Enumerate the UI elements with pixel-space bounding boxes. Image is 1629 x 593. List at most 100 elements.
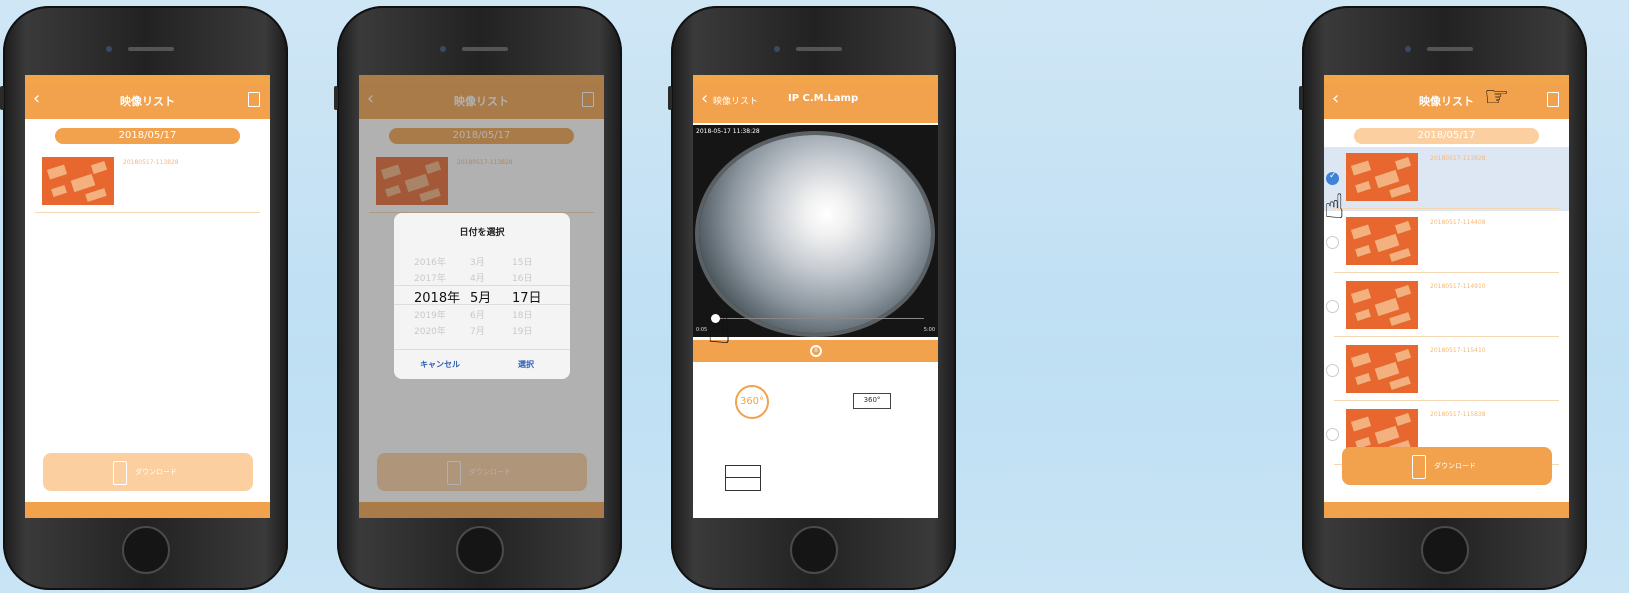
status-bar [693, 75, 938, 83]
view-360-circle-button[interactable]: 360° [735, 385, 769, 419]
video-timestamp: 2018-05-17 11:38:28 [696, 128, 760, 135]
video-filename: 20180517-114408 [1430, 219, 1486, 226]
picker-month: 7月 [470, 327, 485, 337]
download-label: ダウンロード [1434, 462, 1476, 470]
split-view-button[interactable] [725, 465, 761, 491]
list-item[interactable]: 20180517-113828 [35, 151, 260, 213]
list-item[interactable]: 20180517-114408 [1326, 211, 1559, 273]
download-label: ダウンロード [135, 468, 177, 476]
screen: ‹ 映像リスト 2018/05/17 20180517-113828 ダウンロー… [25, 75, 270, 518]
picker-row[interactable]: 2017年 4月 16日 [394, 269, 570, 285]
video-thumbnail [1346, 153, 1418, 201]
video-filename: 20180517-113828 [1430, 155, 1486, 162]
nav-bar: ‹ 映像リスト IP C.M.Lamp [693, 83, 938, 119]
picker-day: 17日 [512, 291, 542, 306]
phone-select-download: ‹ 映像リスト ☞ 2018/05/17 20180517-113828 201… [1299, 6, 1587, 590]
nav-title: IP C.M.Lamp [788, 93, 859, 104]
checkbox[interactable] [1326, 300, 1339, 313]
picker-month: 4月 [470, 274, 485, 284]
list-item[interactable]: 20180517-115410 [1326, 339, 1559, 401]
status-bar [25, 75, 270, 83]
pause-icon[interactable]: II [810, 345, 822, 357]
phone-download-icon [1412, 455, 1426, 479]
picker-month: 5月 [470, 291, 492, 306]
front-camera [439, 46, 520, 52]
list-item[interactable]: 20180517-113828 [1326, 147, 1559, 209]
checkbox[interactable] [1326, 236, 1339, 249]
side-button [1299, 86, 1303, 110]
picker-buttons: キャンセル 選択 [394, 349, 570, 379]
pointing-hand-icon: ☝ [707, 307, 732, 353]
screen: ‹ 映像リスト IP C.M.Lamp 2018-05-17 11:38:28 … [693, 75, 938, 518]
time-start: 0:05 [696, 327, 708, 333]
select-button[interactable]: 選択 [518, 359, 534, 370]
side-button [0, 86, 4, 110]
picker-day: 18日 [512, 311, 533, 321]
front-camera [773, 46, 854, 52]
list-item[interactable]: 20180517-114910 [1326, 275, 1559, 337]
picker-year: 2016年 [414, 258, 446, 268]
phone-video-player: ‹ 映像リスト IP C.M.Lamp 2018-05-17 11:38:28 … [668, 6, 956, 590]
picker-day: 15日 [512, 258, 533, 268]
download-button[interactable]: ダウンロード [1342, 447, 1552, 485]
checkbox[interactable] [1326, 364, 1339, 377]
front-camera [1404, 46, 1485, 52]
video-filename: 20180517-115410 [1430, 347, 1486, 354]
screen: ‹ 映像リスト ☞ 2018/05/17 20180517-113828 201… [1324, 75, 1569, 518]
checkbox-checked[interactable] [1326, 171, 1339, 185]
front-camera [105, 46, 186, 52]
picker-row[interactable]: 2019年 6月 18日 [394, 306, 570, 322]
cancel-button[interactable]: キャンセル [420, 359, 460, 370]
picker-month: 3月 [470, 258, 485, 268]
home-button[interactable] [1420, 526, 1469, 574]
select-icon[interactable] [248, 92, 260, 107]
date-selector[interactable]: 2018/05/17 [1354, 128, 1539, 144]
back-icon[interactable]: ‹ [701, 90, 708, 108]
nav-bar: ‹ 映像リスト [25, 83, 270, 119]
video-filename: 20180517-115838 [1430, 411, 1486, 418]
screen: ‹ 映像リスト 2018/05/17 20180517-113828 ダウンロー… [359, 75, 604, 518]
bottom-bar [25, 502, 270, 518]
video-thumbnail [1346, 217, 1418, 265]
nav-bar: ‹ 映像リスト [1324, 83, 1569, 119]
nav-divider [693, 119, 938, 123]
video-thumbnail [1346, 345, 1418, 393]
view-360-panorama-button[interactable]: 360° [853, 393, 891, 409]
picker-day: 16日 [512, 274, 533, 284]
home-button[interactable] [121, 526, 170, 574]
seek-bar[interactable] [715, 318, 924, 319]
picker-year: 2018年 [414, 291, 461, 306]
picker-day: 19日 [512, 327, 533, 337]
checkbox[interactable] [1326, 428, 1339, 441]
download-button[interactable]: ダウンロード [43, 453, 253, 491]
picker-row[interactable]: 2020年 7月 19日 [394, 322, 570, 338]
select-icon[interactable] [1547, 92, 1559, 107]
video-filename: 20180517-114910 [1430, 283, 1486, 290]
video-thumbnail [1346, 281, 1418, 329]
status-bar [1324, 75, 1569, 83]
picker-row[interactable]: 2016年 3月 15日 [394, 253, 570, 269]
picker-row-selected[interactable]: 2018年 5月 17日 [394, 285, 570, 306]
video-filename: 20180517-113828 [123, 159, 179, 166]
picker-title: 日付を選択 [459, 228, 505, 238]
video-thumbnail [42, 157, 114, 205]
video-player[interactable]: 2018-05-17 11:38:28 0:05 5:00 [693, 125, 938, 337]
side-button [334, 86, 338, 110]
pointing-hand-icon: ☞ [1484, 80, 1510, 113]
phone-download-icon [113, 461, 127, 485]
time-end: 5:00 [923, 327, 935, 333]
picker-month: 6月 [470, 311, 485, 321]
date-selector[interactable]: 2018/05/17 [55, 128, 240, 144]
phone-date-picker: ‹ 映像リスト 2018/05/17 20180517-113828 ダウンロー… [334, 6, 622, 590]
pointing-hand-icon: ☝ [1324, 187, 1345, 227]
back-label[interactable]: 映像リスト [713, 94, 758, 107]
home-button[interactable] [789, 526, 838, 574]
picker-year: 2017年 [414, 274, 446, 284]
nav-title: 映像リスト [1419, 95, 1474, 108]
picker-year: 2020年 [414, 327, 446, 337]
fisheye-video-frame [699, 135, 931, 333]
bottom-bar [1324, 502, 1569, 518]
home-button[interactable] [455, 526, 504, 574]
picker-year: 2019年 [414, 311, 446, 321]
nav-title: 映像リスト [120, 95, 175, 108]
